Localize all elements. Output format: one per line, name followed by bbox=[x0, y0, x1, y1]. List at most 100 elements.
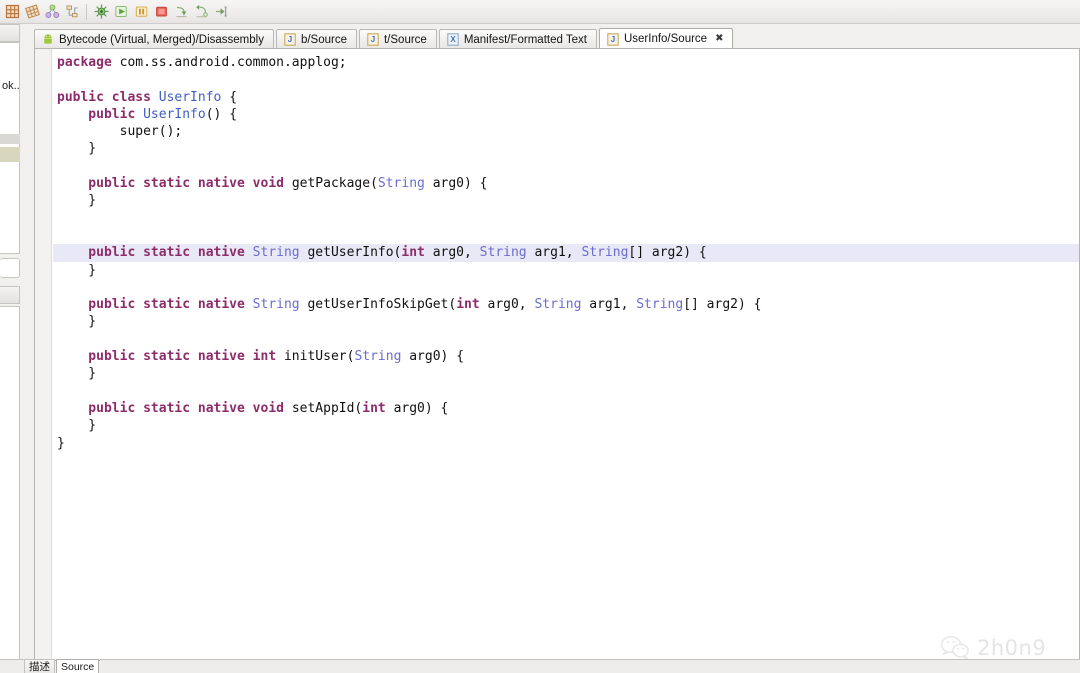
tab-t-source[interactable]: J t/Source bbox=[358, 29, 437, 49]
step-into-icon[interactable] bbox=[171, 2, 191, 22]
code-token: } bbox=[57, 262, 97, 278]
open-type-icon[interactable] bbox=[2, 2, 22, 22]
code-line[interactable]: public static native int initUser(String… bbox=[53, 348, 1079, 365]
code-token: arg0) { bbox=[424, 176, 488, 192]
left-dock-selected-row bbox=[0, 134, 20, 144]
step-return-icon[interactable] bbox=[211, 2, 231, 22]
bottom-tab-description[interactable]: 描述 bbox=[24, 659, 55, 673]
code-line[interactable]: public static native void setAppId(int a… bbox=[53, 400, 1079, 417]
java-icon: J bbox=[284, 33, 296, 46]
close-icon[interactable]: ✖ bbox=[715, 34, 723, 44]
code-line[interactable] bbox=[53, 331, 1079, 348]
code-token: { bbox=[221, 89, 238, 105]
code-token: } bbox=[57, 435, 65, 451]
cube-grid-icon[interactable] bbox=[22, 2, 42, 22]
code-line[interactable]: public static native String getUserInfoS… bbox=[53, 296, 1079, 313]
step-over-icon[interactable] bbox=[191, 2, 211, 22]
code-token: } bbox=[57, 366, 97, 382]
code-token: arg0) { bbox=[385, 400, 449, 416]
editor-tab-strip: Bytecode (Virtual, Merged)/Disassembly J… bbox=[34, 28, 1080, 49]
tab-userinfo-source[interactable]: J UserInfo/Source ✖ bbox=[598, 28, 734, 49]
tab-label: Manifest/Formatted Text bbox=[463, 33, 587, 46]
code-line[interactable]: } bbox=[53, 435, 1079, 452]
svg-text:J: J bbox=[371, 35, 375, 44]
code-token: [] arg2) { bbox=[683, 297, 762, 313]
stop-icon[interactable] bbox=[151, 2, 171, 22]
tab-manifest-formatted-text[interactable]: X Manifest/Formatted Text bbox=[438, 29, 597, 49]
code-token: String bbox=[354, 349, 402, 365]
code-token: arg0) { bbox=[401, 349, 465, 365]
tab-label: b/Source bbox=[300, 33, 347, 46]
bottom-tab-source[interactable]: Source bbox=[56, 659, 100, 673]
source-editor[interactable]: package com.ss.android.common.applog; pu… bbox=[34, 48, 1080, 661]
code-token: } bbox=[57, 141, 97, 157]
hierarchy-tree-icon[interactable] bbox=[62, 2, 82, 22]
debug-icon[interactable] bbox=[91, 2, 111, 22]
java-icon: J bbox=[607, 32, 619, 46]
code-token: getPackage( bbox=[291, 176, 378, 192]
code-line[interactable]: } bbox=[53, 262, 1079, 279]
bottom-tab-filler bbox=[100, 659, 1080, 673]
code-line[interactable] bbox=[53, 158, 1079, 175]
tab-bytecode-disassembly[interactable]: Bytecode (Virtual, Merged)/Disassembly bbox=[34, 29, 274, 49]
code-token: package bbox=[57, 55, 112, 70]
left-dock-panel-header-1[interactable] bbox=[0, 24, 20, 42]
code-token: String bbox=[636, 297, 684, 313]
svg-text:J: J bbox=[288, 35, 292, 44]
code-line[interactable] bbox=[53, 227, 1079, 244]
code-token: public static native bbox=[57, 245, 253, 261]
code-token: () { bbox=[205, 106, 238, 122]
code-token: String bbox=[534, 297, 582, 313]
editor-code-content[interactable]: package com.ss.android.common.applog; pu… bbox=[53, 49, 1079, 660]
code-line[interactable]: } bbox=[53, 417, 1079, 434]
code-line[interactable]: } bbox=[53, 192, 1079, 209]
svg-text:X: X bbox=[450, 35, 456, 44]
tab-b-source[interactable]: J b/Source bbox=[275, 29, 357, 49]
code-token: public static native int bbox=[57, 349, 284, 365]
code-line[interactable]: public static native void getPackage(Str… bbox=[53, 175, 1079, 192]
code-token: public static native void bbox=[57, 176, 292, 192]
left-dock-panel-2[interactable] bbox=[0, 306, 20, 673]
toolbar-separator bbox=[86, 3, 87, 20]
left-dock-truncated-label: ok.. bbox=[2, 80, 20, 92]
code-line[interactable] bbox=[53, 71, 1079, 88]
editor-gutter[interactable] bbox=[35, 49, 52, 660]
editor-area: Bytecode (Virtual, Merged)/Disassembly J… bbox=[24, 24, 1080, 673]
left-dock-search-field[interactable] bbox=[0, 258, 20, 278]
left-dock-strip: ok.. bbox=[0, 24, 24, 673]
code-token: int bbox=[401, 245, 425, 261]
pause-icon[interactable] bbox=[131, 2, 151, 22]
tab-label: Bytecode (Virtual, Merged)/Disassembly bbox=[59, 33, 264, 46]
code-line[interactable]: } bbox=[53, 140, 1079, 157]
code-token: super(); bbox=[57, 124, 183, 140]
hierarchy-balls-icon[interactable] bbox=[42, 2, 62, 22]
code-line[interactable] bbox=[53, 279, 1079, 296]
editor-bottom-tabs: 描述 Source bbox=[24, 659, 1080, 673]
code-token: initUser( bbox=[283, 349, 355, 365]
left-dock-panel-header-2[interactable] bbox=[0, 286, 20, 304]
code-token: getUserInfo( bbox=[299, 245, 402, 261]
code-token: int bbox=[456, 297, 480, 313]
code-line[interactable]: public UserInfo() { bbox=[53, 106, 1079, 123]
left-dock-highlight-row bbox=[0, 147, 20, 162]
code-line[interactable] bbox=[53, 383, 1079, 400]
code-line[interactable]: package com.ss.android.common.applog; bbox=[53, 54, 1079, 71]
code-token: String bbox=[377, 176, 425, 192]
code-token: public static native bbox=[57, 297, 253, 313]
code-line[interactable]: public class UserInfo { bbox=[53, 89, 1079, 106]
code-line[interactable]: public static native String getUserInfo(… bbox=[53, 244, 1079, 262]
code-token: UserInfo bbox=[143, 106, 206, 122]
code-token: } bbox=[57, 314, 97, 330]
code-line[interactable]: super(); bbox=[53, 123, 1079, 140]
code-line[interactable]: } bbox=[53, 313, 1079, 330]
code-token: int bbox=[362, 400, 386, 416]
code-token: setAppId( bbox=[291, 400, 363, 416]
code-token: com.ss.android.common.applog; bbox=[111, 55, 347, 70]
code-line[interactable]: } bbox=[53, 365, 1079, 382]
run-icon[interactable] bbox=[111, 2, 131, 22]
code-token: arg0, bbox=[424, 245, 480, 261]
code-token: String bbox=[252, 245, 300, 261]
code-line[interactable] bbox=[53, 210, 1079, 227]
eclipse-ide-window: ok.. Bytecode (Virtual, Merged)/Disassem… bbox=[0, 0, 1080, 673]
code-token: String bbox=[581, 245, 629, 261]
